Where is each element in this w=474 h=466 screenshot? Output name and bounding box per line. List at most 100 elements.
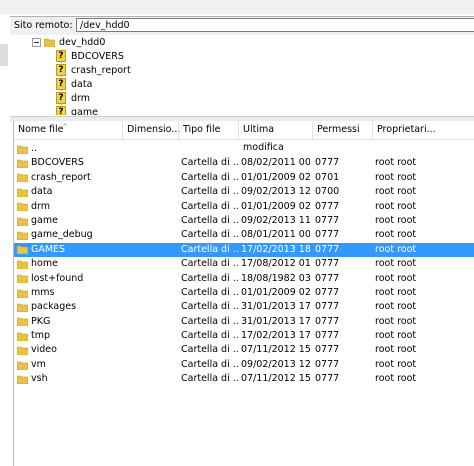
file-name-cell: crash_report [17,171,122,185]
file-permissions: 0777 [315,258,340,270]
file-modified: 08/02/2011 00.... [241,157,310,169]
question-icon: ? [56,92,66,104]
tree-node-data[interactable]: ? data [56,77,92,91]
table-row[interactable]: home Cartella di ...17/08/2012 01.... 0777… [14,257,474,271]
file-type: Cartella di ... [181,157,239,169]
folder-icon [17,361,28,370]
file-size [126,214,176,228]
file-size [126,243,176,257]
tree-node-bdcovers[interactable]: ? BDCOVERS [56,49,124,63]
file-type: Cartella di ... [181,373,239,385]
remote-file-list[interactable]: Nome file ^ Dimensio... Tipo file Ultima… [13,121,474,466]
file-name: video [31,344,57,356]
file-name: lost+found [31,272,84,284]
file-size [126,358,176,372]
file-name: drm [31,200,51,212]
file-modified: 17/02/2013 17.... [241,330,310,342]
file-name: .. [31,143,38,154]
folder-icon [17,260,28,269]
table-row[interactable]: crash_report Cartella di ... 01/01/2009 02… [14,171,474,185]
file-owner: root root [375,229,417,241]
table-row[interactable]: GAMES Cartella di ...17/02/2013 18.... 077… [14,242,474,258]
table-row[interactable]: packages Cartella di ...31/01/2013 17....… [14,300,474,314]
file-owner: root root [375,258,417,270]
tree-node-label: crash_report [71,64,131,76]
file-name-cell: PKG [17,315,122,329]
file-type: Cartella di ... [181,272,239,284]
column-header-size[interactable]: Dimensio... [122,121,180,139]
file-permissions: 0777 [315,272,340,284]
file-owner: root root [375,301,417,313]
table-row[interactable]: game Cartella di ...09/02/2013 11.... 0777… [14,214,474,228]
file-name: mms [31,286,55,298]
file-owner: root root [375,286,417,298]
left-panel-edge [0,44,8,66]
remote-path-input[interactable]: /dev_hdd0 [76,18,474,32]
file-permissions: 0777 [315,330,340,342]
window-top-strip [0,0,474,14]
column-header-label: Nome file [18,124,64,135]
tree-node-drm[interactable]: ? drm [56,91,90,105]
file-type: Cartella di ... [181,315,239,327]
table-row[interactable]: tmp Cartella di ...17/02/2013 17.... 0777 r… [14,329,474,343]
tree-node-label: drm [71,92,91,104]
column-header-name[interactable]: Nome file ^ [14,121,122,139]
file-owner: root root [375,214,417,226]
sort-ascending-icon: ^ [62,123,68,131]
table-row[interactable]: BDCOVERS Cartella di ...08/02/2011 00....… [14,156,474,170]
question-icon: ? [56,78,66,90]
file-name-cell: packages [17,300,122,314]
remote-directory-tree[interactable]: dev_hdd0 ? BDCOVERS ? crash_report ? dat… [10,35,474,115]
file-size [126,272,176,286]
folder-icon [17,217,28,226]
column-header-type[interactable]: Tipo file [178,121,238,139]
file-owner: root root [375,344,417,356]
file-name-cell: .. [17,142,122,156]
table-row[interactable]: lost+found Cartella di ...18/08/1982 03..… [14,272,474,286]
file-size [126,300,176,314]
file-size [126,343,176,357]
file-name-cell: vsh [17,372,122,386]
folder-icon [17,188,28,197]
table-row[interactable]: PKG Cartella di ...31/01/2013 17.... 0777 r… [14,315,474,329]
column-header-owner[interactable]: Proprietari... [372,121,474,139]
table-row[interactable]: vm Cartella di ...09/02/2013 12.... 0777 ro… [14,358,474,372]
tree-node-crash-report[interactable]: ? crash_report [56,63,131,77]
file-size [126,200,176,214]
table-row[interactable]: drm Cartella di ...01/01/2009 02.... 0777 r… [14,200,474,214]
file-name: BDCOVERS [31,157,84,169]
file-size [126,372,176,386]
column-header-modified[interactable]: Ultima modifica [238,121,312,153]
file-name: data [31,186,53,198]
file-name: vm [31,358,46,370]
left-margin [0,14,10,466]
file-size [126,257,176,271]
tree-node-game[interactable]: ? game [56,105,98,115]
file-owner: root root [375,186,417,198]
file-modified: 31/01/2013 17.... [241,315,310,327]
file-type: Cartella di ... [181,301,239,313]
folder-icon [17,145,28,154]
file-name: vsh [31,373,48,385]
table-row[interactable]: video Cartella di ...07/11/2012 15.... 077… [14,343,474,357]
table-row[interactable]: game_debug Cartella di ...08/01/2011 00..… [14,228,474,242]
column-header-permissions[interactable]: Permessi [312,121,372,139]
file-modified: 09/02/2013 12.... [241,358,310,370]
file-name-cell: data [17,185,122,199]
table-row[interactable]: .. [14,142,474,156]
file-type: Cartella di ... [181,358,239,370]
file-modified: 08/01/2011 00.... [241,229,310,241]
table-row[interactable]: mms Cartella di ...01/01/2009 02.... 0777 r… [14,286,474,300]
collapse-icon[interactable] [32,38,41,47]
question-icon: ? [56,106,66,115]
folder-icon [17,332,28,341]
file-type: Cartella di ... [181,344,239,356]
table-row[interactable]: vsh Cartella di ...07/11/2012 15.... 0777 r… [14,372,474,386]
table-row[interactable]: data Cartella di ...09/02/2013 12.... 0700… [14,185,474,199]
file-modified: 01/01/2009 02.... [241,200,310,212]
file-type: Cartella di ... [181,186,239,198]
file-modified: 09/02/2013 12.... [241,186,310,198]
tree-node-dev-hdd0[interactable]: dev_hdd0 [44,35,105,49]
file-name: PKG [31,315,51,327]
file-name: crash_report [31,171,91,183]
